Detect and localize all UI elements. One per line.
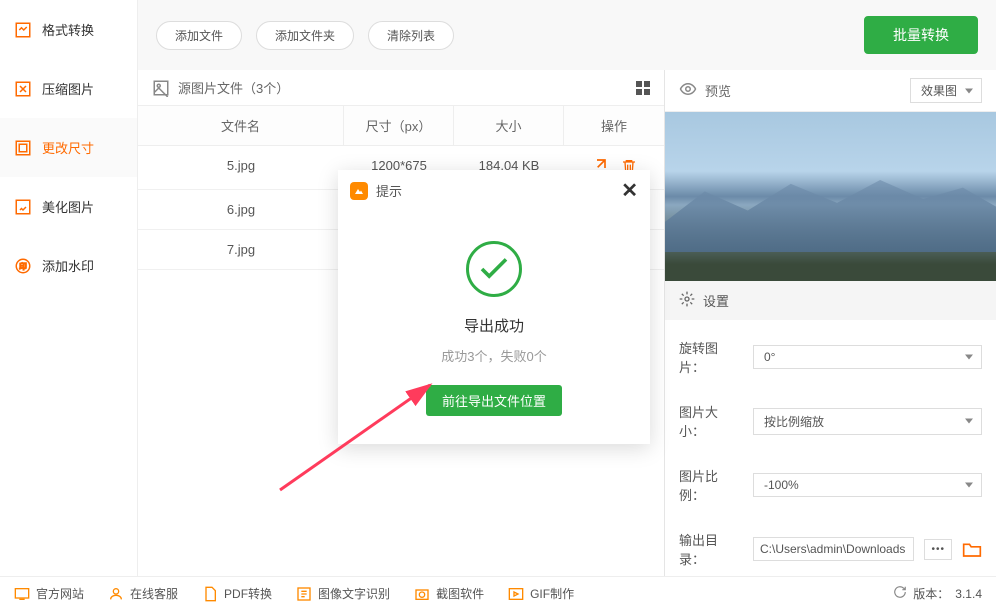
clear-list-button[interactable]: 清除列表 (368, 21, 454, 50)
app-logo-icon (350, 182, 368, 200)
website-icon (14, 586, 30, 602)
ratio-label: 图片比例： (679, 466, 743, 504)
modal-message: 导出成功 (358, 315, 630, 336)
folder-icon[interactable] (962, 541, 982, 557)
sidebar-item-label: 添加水印 (42, 256, 94, 275)
goto-folder-button[interactable]: 前往导出文件位置 (426, 385, 562, 416)
svg-text:印: 印 (19, 262, 27, 271)
batch-convert-button[interactable]: 批量转换 (864, 16, 978, 54)
export-success-modal: 提示 ✕ 导出成功 成功3个，失败0个 前往导出文件位置 (338, 170, 650, 444)
size-label: 图片大小： (679, 402, 743, 440)
right-panel: 预览 效果图 设置 旋转图片： 0° 图片大小： 按比例缩放 图片比例： (664, 70, 996, 586)
preview-mode-select[interactable]: 效果图 (910, 78, 982, 103)
settings-body: 旋转图片： 0° 图片大小： 按比例缩放 图片比例： -100% 输出目录： C… (665, 320, 996, 586)
sidebar-item-watermark[interactable]: 印 添加水印 (0, 236, 137, 295)
footer-screenshot[interactable]: 截图软件 (414, 585, 484, 602)
footer: 官方网站 在线客服 PDF转换 图像文字识别 截图软件 GIF制作 版本：3.1… (0, 576, 996, 610)
rotate-label: 旋转图片： (679, 338, 743, 376)
beautify-icon (14, 198, 32, 216)
preview-image (665, 112, 996, 281)
resize-icon (14, 139, 32, 157)
sidebar-item-beautify[interactable]: 美化图片 (0, 177, 137, 236)
source-header: 源图片文件（3个） (138, 70, 664, 106)
add-file-button[interactable]: 添加文件 (156, 21, 242, 50)
output-label: 输出目录： (679, 530, 743, 568)
sidebar-item-format-convert[interactable]: 格式转换 (0, 0, 137, 59)
footer-website[interactable]: 官方网站 (14, 585, 84, 602)
sidebar-item-resize[interactable]: 更改尺寸 (0, 118, 137, 177)
preview-icon (679, 80, 697, 101)
refresh-icon[interactable] (893, 585, 907, 602)
view-toggle[interactable] (636, 81, 650, 95)
sidebar: 格式转换 压缩图片 更改尺寸 美化图片 印 添加水印 (0, 0, 138, 576)
pdf-icon (202, 586, 218, 602)
sidebar-item-label: 美化图片 (42, 197, 94, 216)
output-path-input[interactable]: C:\Users\admin\Downloads (753, 537, 914, 561)
compress-icon (14, 80, 32, 98)
sidebar-item-compress[interactable]: 压缩图片 (0, 59, 137, 118)
modal-title-label: 提示 (376, 181, 402, 200)
rotate-select[interactable]: 0° (753, 345, 982, 369)
footer-support[interactable]: 在线客服 (108, 585, 178, 602)
ratio-select[interactable]: -100% (753, 473, 982, 497)
version-info: 版本：3.1.4 (893, 585, 982, 602)
add-folder-button[interactable]: 添加文件夹 (256, 21, 354, 50)
table-header: 文件名 尺寸（px） 大小 操作 (138, 106, 664, 146)
sidebar-item-label: 更改尺寸 (42, 138, 94, 157)
modal-subtitle: 成功3个，失败0个 (358, 346, 630, 365)
toolbar: 添加文件 添加文件夹 清除列表 批量转换 (138, 0, 996, 70)
sidebar-item-label: 压缩图片 (42, 79, 94, 98)
watermark-icon: 印 (14, 257, 32, 275)
ocr-icon (296, 586, 312, 602)
settings-header: 设置 (665, 281, 996, 320)
footer-gif[interactable]: GIF制作 (508, 585, 574, 602)
support-icon (108, 586, 124, 602)
sidebar-item-label: 格式转换 (42, 20, 94, 39)
success-check-icon (466, 241, 522, 297)
image-icon (152, 79, 170, 97)
preview-header: 预览 效果图 (665, 70, 996, 112)
screenshot-icon (414, 586, 430, 602)
close-icon[interactable]: ✕ (621, 178, 638, 203)
more-button[interactable]: ••• (924, 539, 952, 560)
gear-icon (679, 291, 695, 310)
size-select[interactable]: 按比例缩放 (753, 408, 982, 435)
footer-ocr[interactable]: 图像文字识别 (296, 585, 390, 602)
footer-pdf[interactable]: PDF转换 (202, 585, 272, 602)
convert-icon (14, 21, 32, 39)
gif-icon (508, 586, 524, 602)
